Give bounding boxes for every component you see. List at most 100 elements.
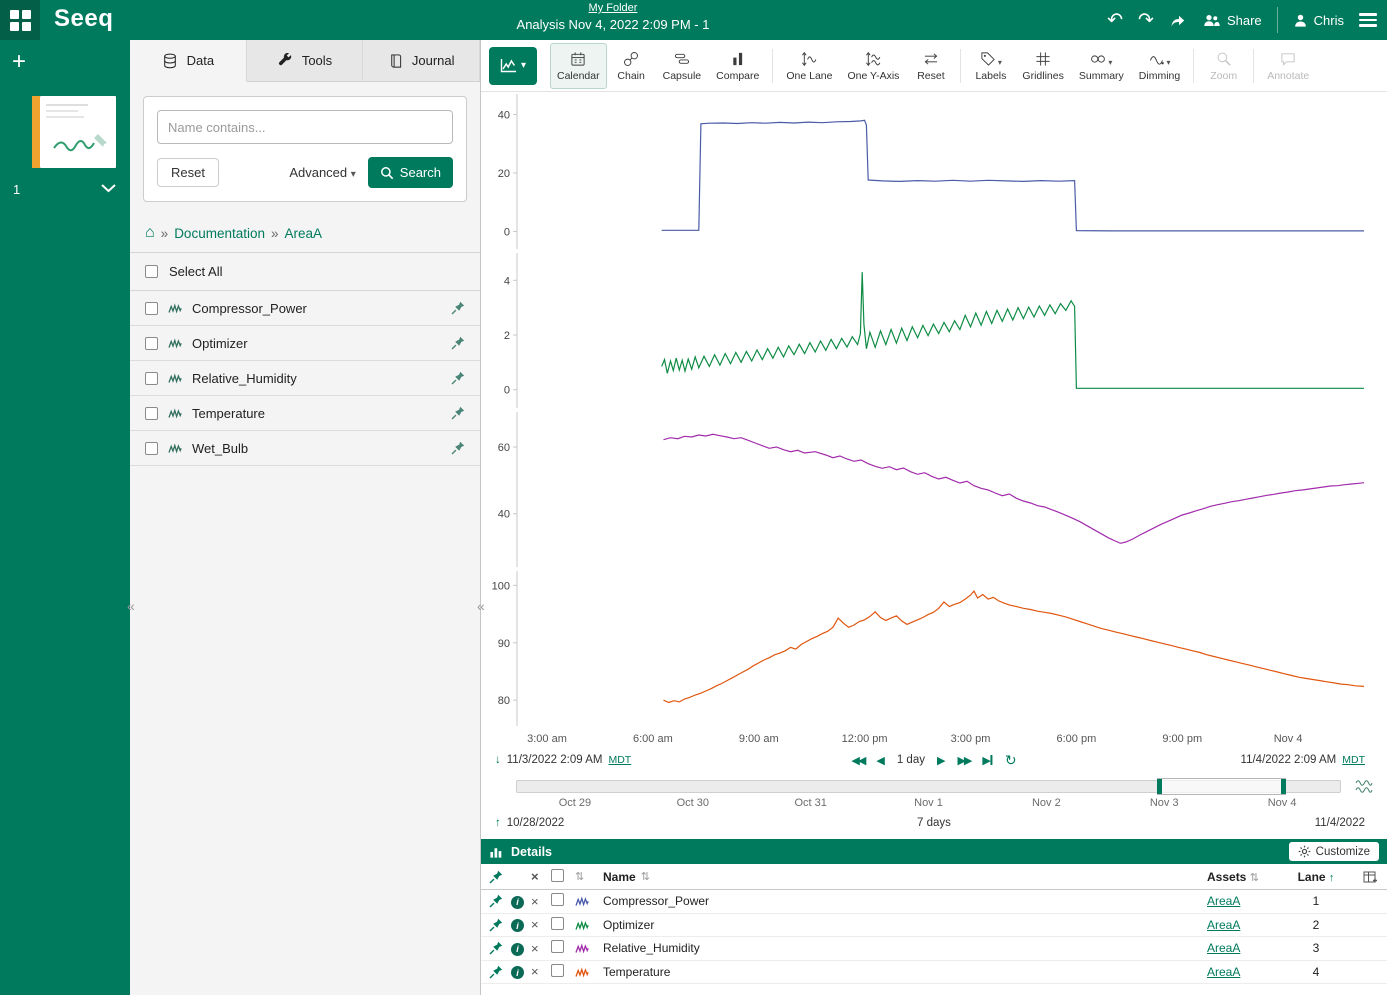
timeline-scrubber[interactable] [516,780,1341,793]
pin-icon[interactable] [481,941,511,955]
checkbox[interactable] [145,407,158,420]
pin-icon[interactable] [451,441,465,455]
hamburger-menu-icon[interactable] [1359,13,1377,27]
asset-link[interactable]: AreaA [1207,965,1240,979]
timeline-selection[interactable] [1157,778,1285,795]
toolbar-button-one-lane[interactable]: One Lane [779,43,839,89]
asset-link[interactable]: AreaA [1207,894,1240,908]
remove-icon[interactable]: × [531,941,551,956]
pan-to-now-button[interactable]: ▶ [982,754,992,767]
user-menu[interactable]: Chris [1293,13,1344,28]
checkbox[interactable] [551,917,564,930]
trend-lane-Relative_Humidity[interactable]: 4060 [481,412,1386,567]
asset-link[interactable]: AreaA [1207,918,1240,932]
details-row[interactable]: i × Compressor_Power AreaA 1 [481,890,1387,914]
checkbox[interactable] [145,302,158,315]
checkbox[interactable] [551,964,564,977]
remove-icon[interactable]: × [531,917,551,932]
sort-icon[interactable]: ⇅ [1250,872,1259,884]
view-mode-dropdown[interactable]: ▾ [489,47,537,85]
remove-icon[interactable]: × [531,894,551,909]
lane-column-header[interactable]: Lane [1298,870,1326,884]
remove-icon[interactable]: × [531,964,551,979]
collapse-sidebar-icon[interactable]: « [127,598,135,614]
checkbox[interactable] [145,337,158,350]
toolbar-button-chain[interactable]: Chain [608,43,655,89]
name-column-header[interactable]: Name [603,870,636,884]
info-icon[interactable]: i [511,919,524,932]
collapse-panel-icon[interactable]: « [477,598,485,614]
details-row[interactable]: i × Temperature AreaA 4 [481,961,1387,985]
tab-journal[interactable]: Journal [363,40,480,81]
refresh-button[interactable]: ↻ [1005,752,1017,769]
toolbar-button-gridlines[interactable]: Gridlines [1015,43,1070,89]
chevron-down-icon[interactable] [101,184,116,193]
pin-icon[interactable] [481,894,511,908]
trend-lane-Temperature[interactable]: 8090100 [481,571,1386,726]
select-all-checkbox[interactable] [145,265,158,278]
info-icon[interactable]: i [511,943,524,956]
share-button[interactable]: Share [1202,13,1262,28]
reset-button[interactable]: Reset [157,158,219,187]
sort-type-icon[interactable]: ⇅ [575,870,603,883]
toolbar-button-capsule[interactable]: Capsule [656,43,709,89]
selection-handle-right[interactable] [1281,779,1286,794]
search-button[interactable]: Search [368,157,453,188]
signal-list-item[interactable]: Relative_Humidity [130,361,480,396]
signal-list-item[interactable]: Wet_Bulb [130,431,480,466]
column-config-icon[interactable] [1345,870,1387,884]
details-row[interactable]: i × Optimizer AreaA 2 [481,914,1387,938]
trend-lane-Compressor_Power[interactable]: 02040 [481,94,1386,249]
customize-button[interactable]: Customize [1289,842,1379,861]
my-folder-link[interactable]: My Folder [517,2,710,14]
assets-column-header[interactable]: Assets [1207,870,1246,884]
expand-investigate-icon[interactable]: ↑ [495,817,501,829]
toolbar-button-labels[interactable]: ▾ Labels [967,43,1014,89]
checkbox[interactable] [145,372,158,385]
pan-forward-fast-button[interactable]: ▶▶ [957,754,970,767]
trend-chart[interactable]: 0204002440608090100 [481,92,1387,730]
search-input[interactable] [157,110,453,144]
timezone-link[interactable]: MDT [608,754,631,766]
pin-icon[interactable] [481,918,511,932]
pan-back-button[interactable]: ◀ [876,754,884,767]
add-worksheet-button[interactable]: + [12,50,32,74]
signal-list-item[interactable]: Optimizer [130,326,480,361]
tab-tools[interactable]: Tools [247,40,364,81]
details-row[interactable]: i × Relative_Humidity AreaA 3 [481,937,1387,961]
trend-lane-Optimizer[interactable]: 024 [481,253,1386,408]
pan-forward-button[interactable]: ▶ [937,754,945,767]
toolbar-button-compare[interactable]: Compare [709,43,766,89]
display-range-start[interactable]: 11/3/2022 2:09 AM [507,754,603,766]
remove-all-icon[interactable]: × [531,869,551,884]
pin-icon[interactable] [451,406,465,420]
pin-icon[interactable] [451,301,465,315]
checkbox[interactable] [551,893,564,906]
pin-column-icon[interactable] [481,870,511,884]
checkbox[interactable] [145,442,158,455]
worksheet-thumbnail[interactable] [40,96,116,168]
app-switcher-button[interactable] [0,0,40,40]
toolbar-button-calendar[interactable]: Calendar [550,43,607,89]
breadcrumb-areaa[interactable]: AreaA [285,226,323,241]
signal-list-item[interactable]: Temperature [130,396,480,431]
info-icon[interactable]: i [511,966,524,979]
pin-icon[interactable] [451,336,465,350]
pin-icon[interactable] [481,965,511,979]
timezone-link[interactable]: MDT [1342,754,1365,766]
toolbar-button-reset[interactable]: Reset [907,43,954,89]
pan-back-fast-button[interactable]: ◀◀ [851,754,864,767]
forward-history-icon[interactable] [1169,13,1187,28]
select-all-rows-checkbox[interactable] [551,869,564,882]
duration-label[interactable]: 1 day [897,754,925,766]
redo-icon[interactable]: ↷ [1138,11,1154,30]
home-icon[interactable]: ⌂ [145,225,155,241]
toolbar-button-dimming[interactable]: ▾ Dimming [1132,43,1187,89]
asset-link[interactable]: AreaA [1207,941,1240,955]
capsule-time-icon[interactable] [1355,778,1373,794]
sort-icon[interactable]: ⇅ [641,870,650,883]
toolbar-button-one-y-axis[interactable]: One Y-Axis [840,43,906,89]
breadcrumb-documentation[interactable]: Documentation [174,226,265,241]
display-range-end[interactable]: 11/4/2022 2:09 AM [1241,754,1337,766]
toolbar-button-summary[interactable]: ▾ Summary [1072,43,1131,89]
